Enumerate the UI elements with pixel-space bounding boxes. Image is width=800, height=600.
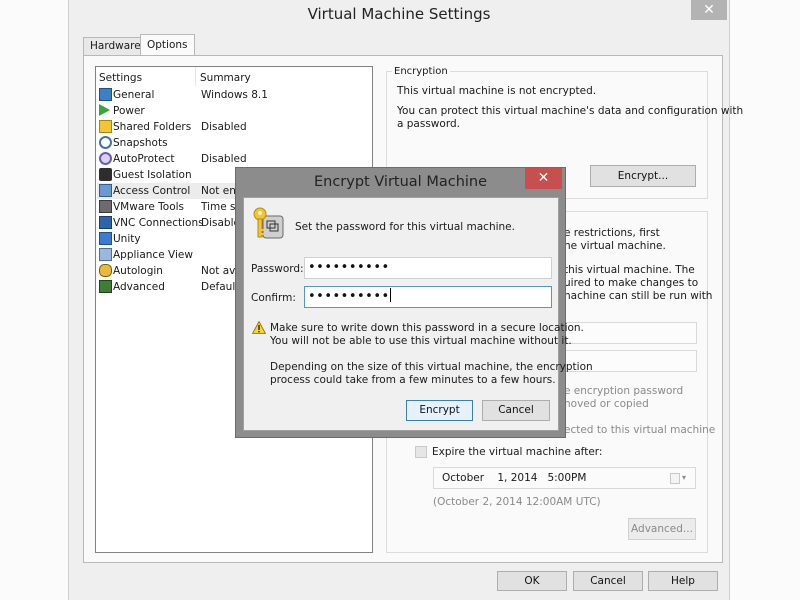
column-header-settings[interactable]: Settings — [99, 70, 142, 86]
expire-checkbox[interactable] — [415, 446, 427, 458]
settings-row-label: VNC Connections — [113, 217, 204, 229]
encryption-description-2: a password. — [397, 118, 460, 130]
column-header-summary[interactable]: Summary — [200, 70, 251, 86]
users-icon — [99, 264, 112, 277]
restrictions-text-4: uired to make changes to — [564, 277, 699, 289]
key-icon — [253, 207, 285, 241]
folder-icon — [99, 120, 112, 133]
confirm-label: Confirm: — [251, 292, 296, 304]
play-icon — [99, 104, 110, 116]
expire-date-utc: (October 2, 2014 12:00AM UTC) — [433, 496, 601, 508]
unity-icon — [99, 232, 112, 245]
warning-icon — [251, 320, 267, 334]
settings-row-label: Unity — [113, 233, 141, 245]
restrictions-text-3: this virtual machine. The — [564, 264, 695, 276]
settings-row-snapshots[interactable]: Snapshots — [97, 135, 372, 151]
dialog-body: Set the password for this virtual machin… — [243, 197, 593, 431]
expire-label: Expire the virtual machine after: — [432, 446, 603, 458]
encryption-description-1: You can protect this virtual machine's d… — [397, 105, 744, 117]
settings-row-label: Snapshots — [113, 137, 168, 149]
expire-date-picker[interactable]: October 1, 2014 5:00PM ▾ — [433, 467, 696, 489]
close-icon: ✕ — [703, 2, 715, 18]
dialog-cancel-button[interactable]: Cancel — [482, 400, 550, 421]
settings-row-label: General — [113, 89, 155, 101]
settings-row-general[interactable]: General Windows 8.1 — [97, 87, 372, 103]
close-icon: ✕ — [537, 170, 550, 186]
encrypt-settings-button[interactable]: Encrypt... — [590, 165, 696, 187]
window-close-button[interactable]: ✕ — [691, 0, 727, 20]
expire-date-value: October 1, 2014 5:00PM — [442, 472, 587, 484]
list-header: Settings Summary — [96, 67, 372, 87]
ok-button[interactable]: OK — [497, 571, 567, 591]
encryption-status: This virtual machine is not encrypted. — [397, 85, 597, 97]
snapshot-icon — [99, 136, 112, 149]
settings-row-summary: Disabled — [201, 121, 247, 133]
help-button[interactable]: Help — [648, 571, 718, 591]
restrictions-text-2: he virtual machine. — [564, 240, 666, 252]
restrictions-text-5: nachine can still be run with — [564, 290, 713, 302]
dialog-title: Encrypt Virtual Machine — [313, 174, 488, 190]
tab-options[interactable]: Options — [140, 34, 195, 56]
restrictions-text-8: ected to this virtual machine — [564, 424, 716, 436]
settings-row-label: VMware Tools — [113, 201, 185, 213]
warning-text-2: You will not be able to use this virtual… — [270, 335, 572, 347]
restrictions-text-6: e encryption password — [564, 385, 684, 397]
column-separator[interactable] — [195, 67, 196, 86]
settings-row-summary: Windows 8.1 — [201, 89, 268, 101]
confirm-value: •••••••••• — [308, 289, 390, 304]
vnc-icon — [99, 216, 112, 229]
settings-row-autoprotect[interactable]: AutoProtect Disabled — [97, 151, 372, 167]
calendar-icon[interactable] — [670, 473, 680, 484]
tab-hardware[interactable]: Hardware — [83, 37, 148, 56]
dialog-prompt: Set the password for this virtual machin… — [295, 221, 515, 233]
autoprotect-icon — [99, 152, 112, 165]
settings-row-label: Shared Folders — [113, 121, 192, 133]
info-text-2: process could take from a few minutes to… — [270, 374, 556, 386]
settings-row-shared-folders[interactable]: Shared Folders Disabled — [97, 119, 372, 135]
settings-row-label: Appliance View — [113, 249, 193, 261]
restrictions-text-1: e restrictions, first — [564, 227, 660, 239]
encrypt-dialog: Encrypt Virtual Machine ✕ Set the passwo… — [235, 167, 593, 438]
lock-icon — [99, 168, 112, 181]
advanced-icon — [99, 280, 112, 293]
vmware-tools-icon — [99, 200, 112, 213]
advanced-button[interactable]: Advanced... — [628, 518, 696, 540]
settings-row-label: AutoProtect — [113, 153, 175, 165]
dialog-encrypt-button[interactable]: Encrypt — [406, 400, 473, 421]
appliance-icon — [99, 248, 112, 261]
password-label: Password: — [251, 263, 304, 275]
text-caret — [389, 288, 391, 302]
warning-text-1: Make sure to write down this password in… — [270, 322, 584, 334]
settings-row-label: Guest Isolation — [113, 169, 192, 181]
encryption-legend: Encryption — [392, 65, 450, 78]
cancel-button[interactable]: Cancel — [573, 571, 643, 591]
chevron-down-icon[interactable]: ▾ — [682, 471, 686, 485]
settings-row-label: Power — [113, 105, 145, 117]
settings-row-label: Access Control — [113, 185, 191, 197]
password-input[interactable]: •••••••••• — [304, 257, 552, 279]
info-text-1: Depending on the size of this virtual ma… — [270, 361, 593, 373]
settings-row-power[interactable]: Power — [97, 103, 372, 119]
window-title: Virtual Machine Settings — [307, 5, 491, 23]
confirm-input[interactable]: •••••••••• — [304, 286, 552, 308]
dialog-close-button[interactable]: ✕ — [525, 168, 562, 189]
settings-row-label: Autologin — [113, 265, 163, 277]
monitor-icon — [99, 88, 112, 101]
access-control-icon — [99, 184, 112, 197]
restrictions-text-7: noved or copied — [564, 398, 649, 410]
settings-row-label: Advanced — [113, 281, 165, 293]
settings-row-summary: Disabled — [201, 153, 247, 165]
